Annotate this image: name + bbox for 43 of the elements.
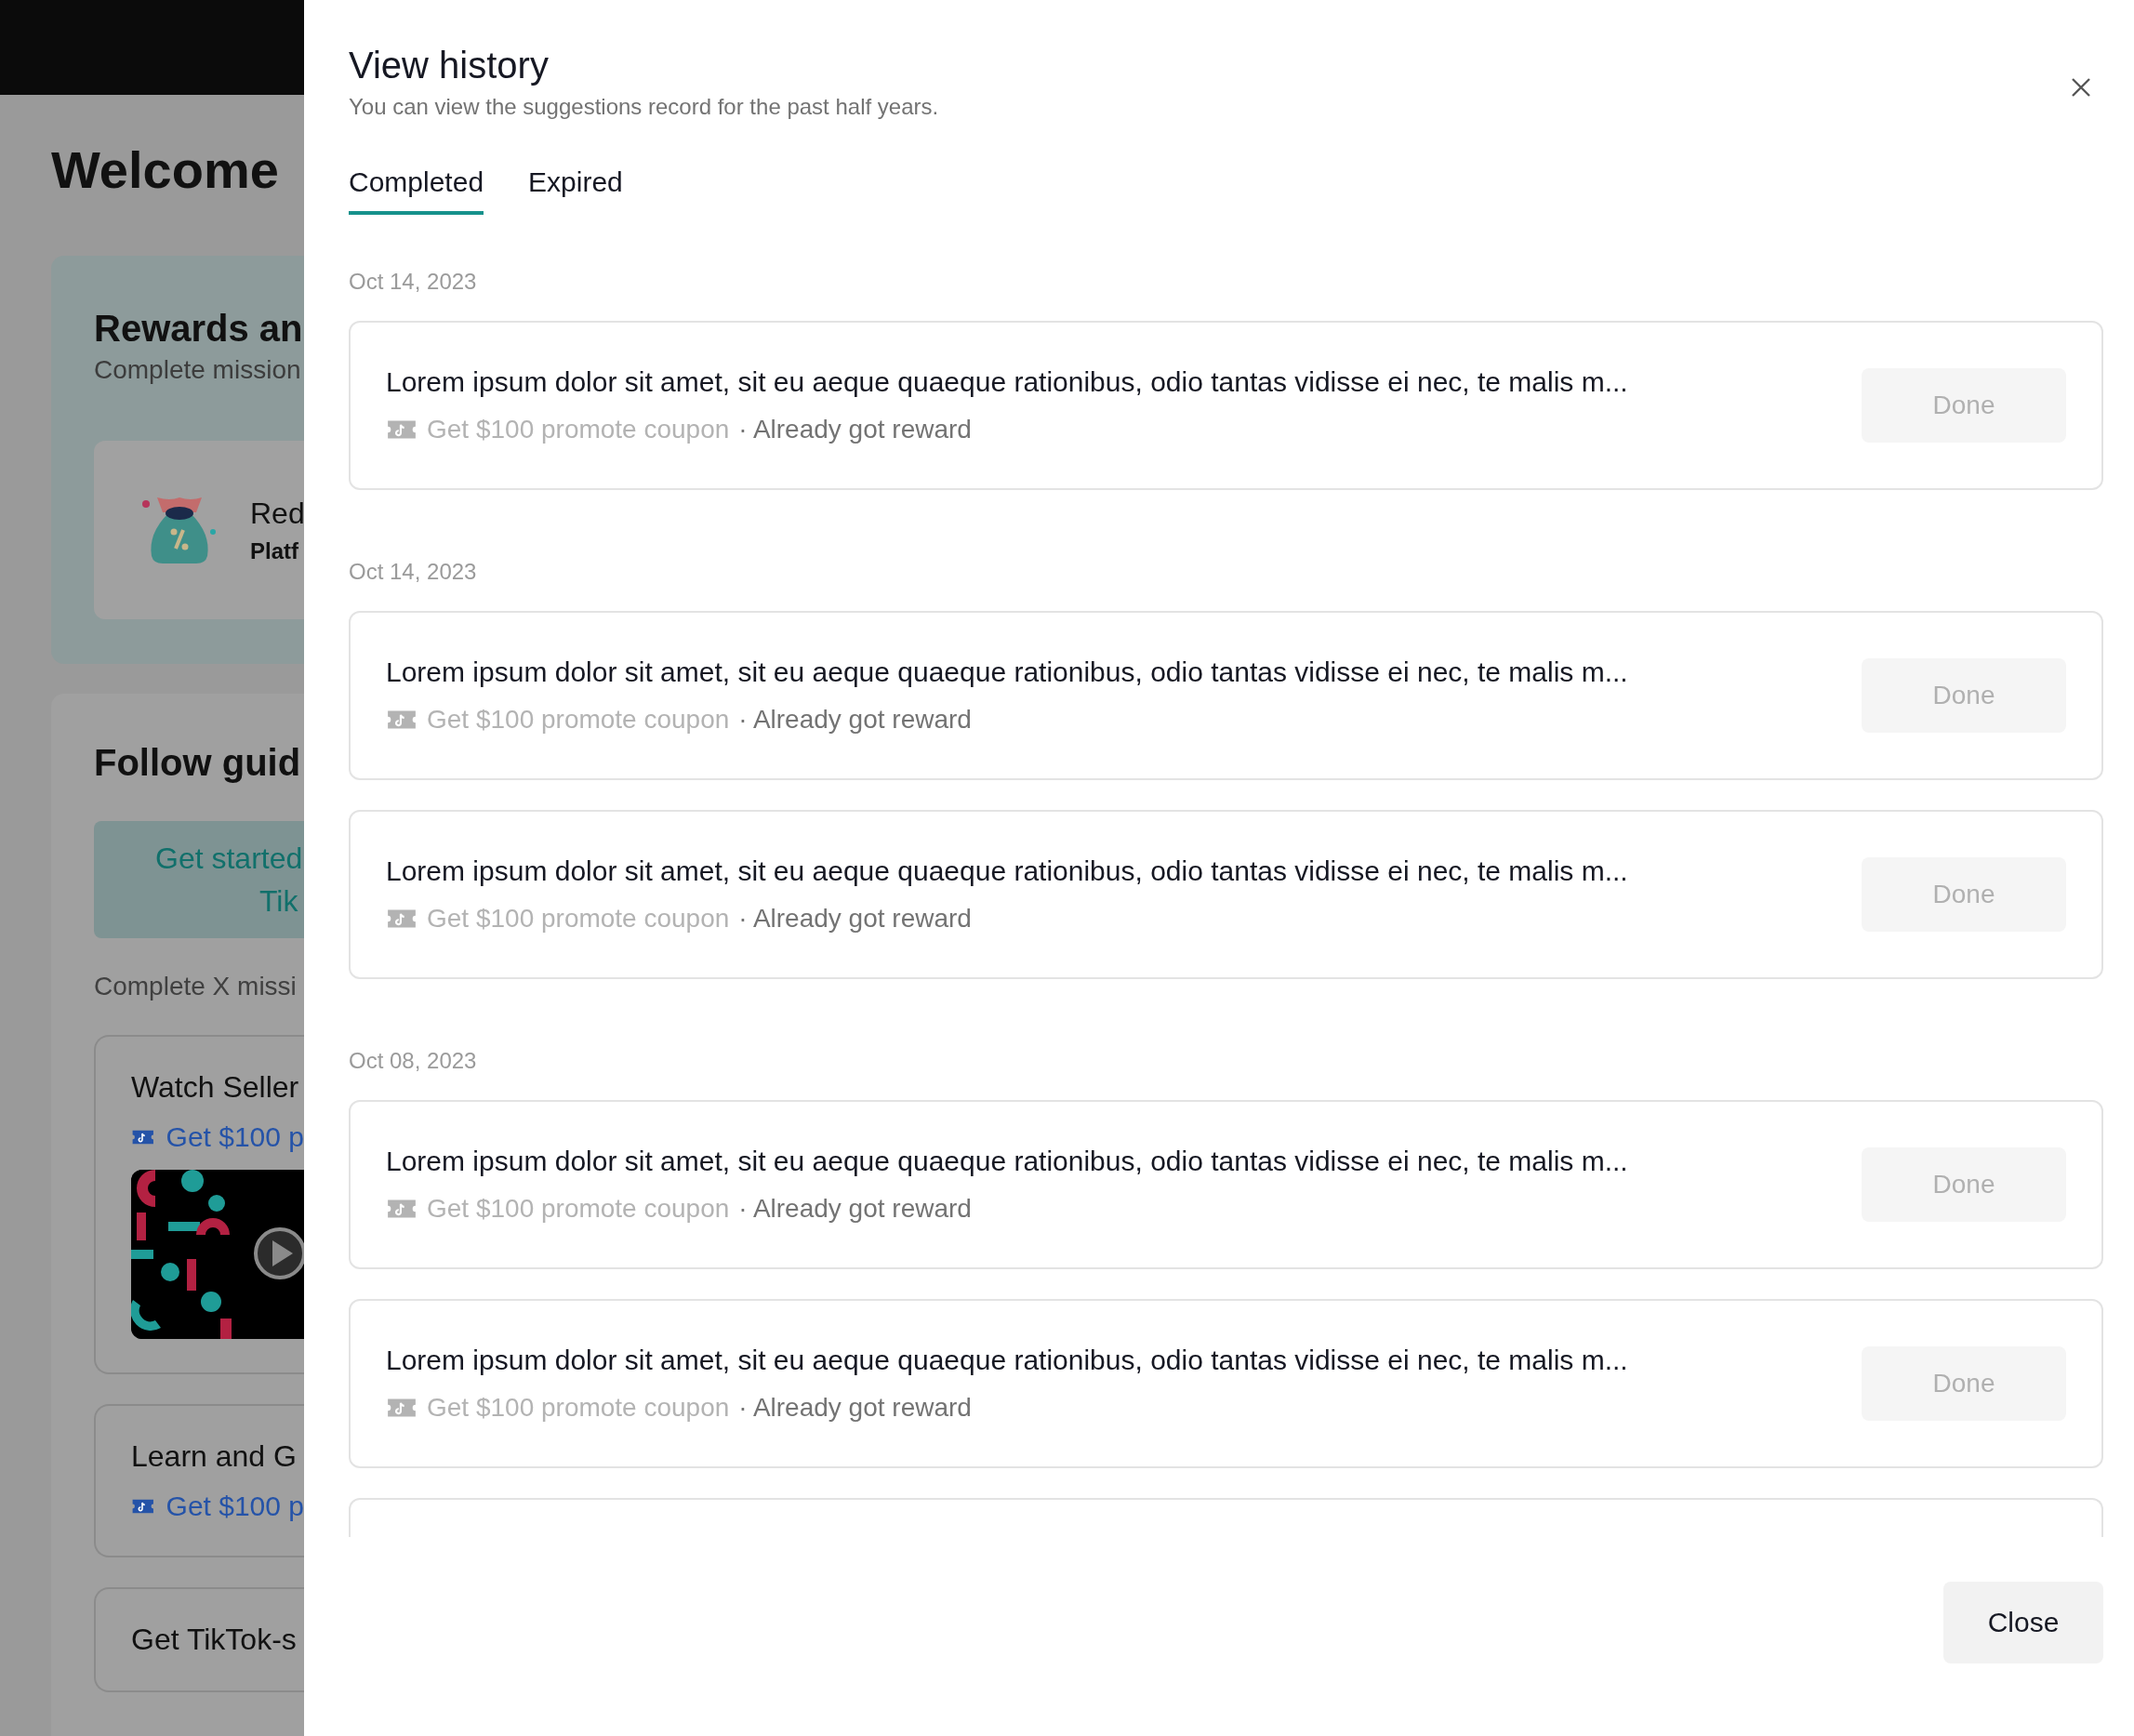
ticket-icon: [386, 1198, 418, 1220]
reward-status: · Already got reward: [738, 1194, 972, 1224]
page-heading: Welcome: [51, 139, 280, 200]
panel-subtitle: Complete mission: [94, 355, 302, 385]
mission-title: Learn and G: [131, 1439, 298, 1474]
ticket-icon: [386, 418, 418, 441]
drawer-subtitle: You can view the suggestions record for the past half years.: [349, 94, 939, 120]
reward-text: Get $100 promote coupon: [427, 1393, 730, 1423]
reward-text: Get $100 p: [166, 1121, 304, 1153]
card-title: Red: [250, 496, 304, 531]
reward-card[interactable]: Red Platf: [94, 441, 304, 619]
date-label: Oct 14, 2023: [349, 559, 478, 585]
suggestion-title: Lorem ipsum dolor sit amet, sit eu aeque quaeque rationibus, odio tantas vidisse ei nec, te malis m...: [386, 1146, 1629, 1177]
date-label: Oct 14, 2023: [349, 269, 478, 295]
tab[interactable]: Completed: [349, 166, 484, 215]
reward-text: Get $100 promote coupon: [427, 1194, 730, 1224]
reward-text: Get $100 p: [166, 1491, 304, 1522]
banner-text: Get started: [154, 841, 304, 877]
close-button[interactable]: Close: [1943, 1582, 2103, 1663]
reward-status: · Already got reward: [738, 904, 972, 934]
ticket-icon: [386, 1397, 418, 1419]
ticket-icon: [386, 709, 418, 731]
drawer-title: View history: [349, 45, 550, 86]
reward-status: · Already got reward: [738, 1393, 972, 1423]
panel-title: Rewards an: [94, 308, 304, 350]
suggestion-title: Lorem ipsum dolor sit amet, sit eu aeque quaeque rationibus, odio tantas vidisse ei nec, te malis m...: [386, 855, 1629, 887]
mission-title: Get TikTok-s: [131, 1623, 298, 1657]
date-label: Oct 08, 2023: [349, 1048, 478, 1074]
mission-note: Complete X missi: [94, 972, 298, 1001]
ticket-icon: [386, 908, 418, 930]
suggestion-title: Lorem ipsum dolor sit amet, sit eu aeque quaeque rationibus, odio tantas vidisse ei nec, te malis m...: [386, 1345, 1629, 1376]
card-subtitle: Platf: [250, 537, 299, 564]
suggestion-title: Lorem ipsum dolor sit amet, sit eu aeque quaeque rationibus, odio tantas vidisse ei nec, te malis m...: [386, 366, 1629, 398]
panel-title: Follow guid: [94, 742, 302, 784]
reward-text: Get $100 promote coupon: [427, 415, 730, 444]
reward-text: Get $100 promote coupon: [427, 904, 730, 934]
reward-text: Get $100 promote coupon: [427, 705, 730, 735]
tab[interactable]: Expired: [528, 166, 623, 215]
banner-text: Tik: [258, 883, 299, 920]
mission-title: Watch Seller: [131, 1070, 300, 1105]
reward-status: · Already got reward: [738, 415, 972, 444]
reward-status: · Already got reward: [738, 705, 972, 735]
suggestion-title: Lorem ipsum dolor sit amet, sit eu aeque quaeque rationibus, odio tantas vidisse ei nec, te malis m...: [386, 656, 1629, 688]
